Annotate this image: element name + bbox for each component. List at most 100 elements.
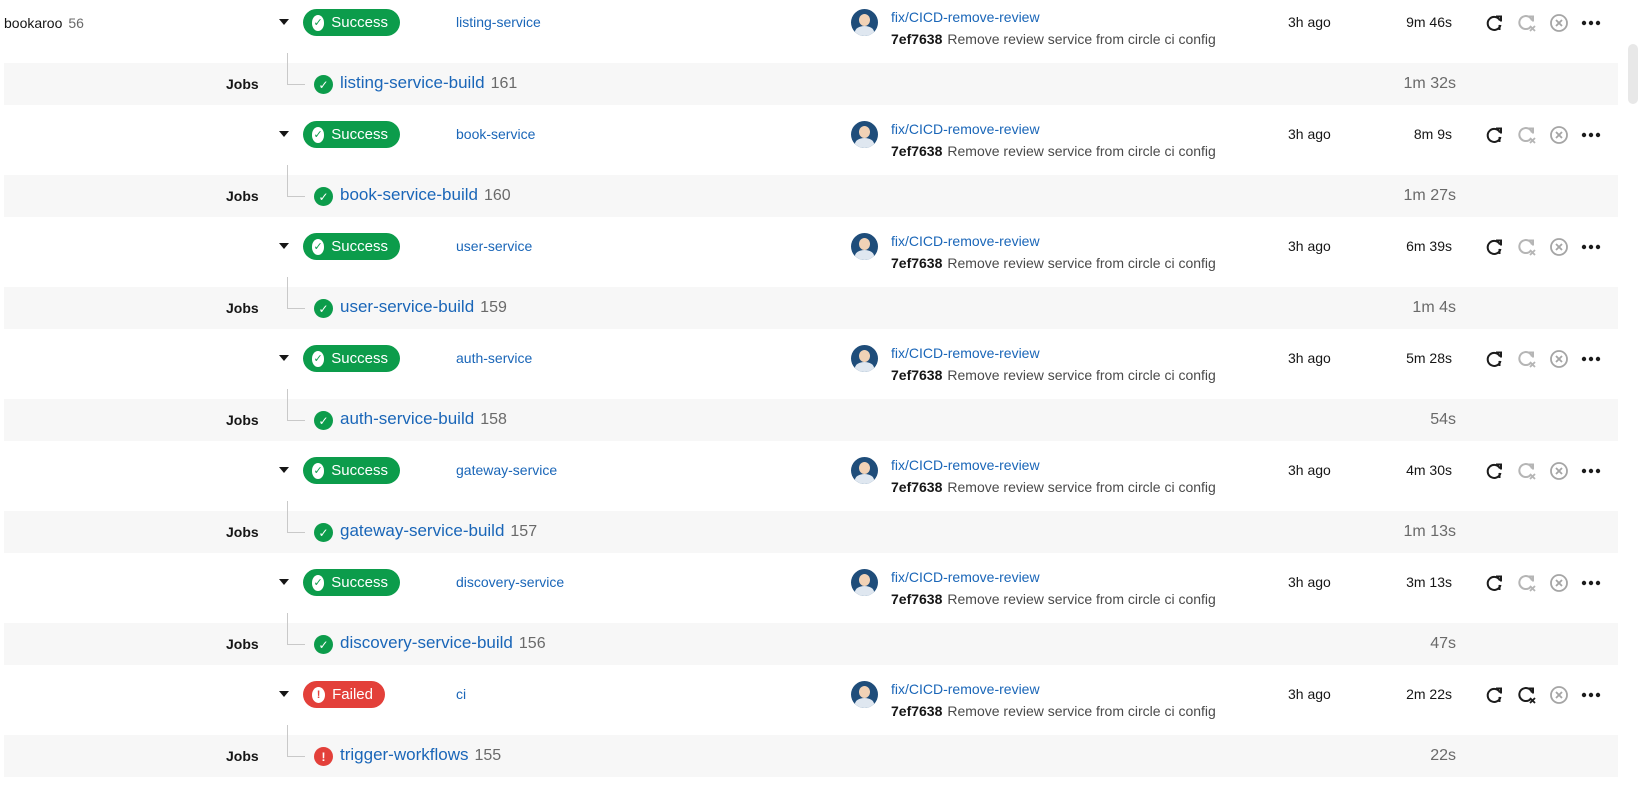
rerun-failed-icon[interactable]: [1516, 684, 1538, 706]
commit-sha[interactable]: 7ef7638: [891, 479, 942, 495]
job-name-link[interactable]: user-service-build 159: [340, 297, 507, 317]
cancel-icon[interactable]: [1548, 12, 1570, 34]
job-name-link[interactable]: listing-service-build 161: [340, 73, 517, 93]
commit-sha[interactable]: 7ef7638: [891, 591, 942, 607]
expand-toggle-icon[interactable]: [279, 243, 289, 249]
commit-sha[interactable]: 7ef7638: [891, 255, 942, 271]
job-name-link[interactable]: auth-service-build 158: [340, 409, 507, 429]
status-badge[interactable]: ! Failed: [303, 681, 385, 708]
avatar[interactable]: [851, 345, 878, 372]
rerun-failed-icon[interactable]: [1516, 460, 1538, 482]
status-badge[interactable]: ✓ Success: [303, 121, 400, 148]
workflow-name-link[interactable]: auth-service: [456, 350, 532, 366]
project-label[interactable]: bookaroo: [4, 15, 62, 31]
status-icon: ✓: [312, 14, 325, 31]
expand-toggle-icon[interactable]: [279, 355, 289, 361]
job-name[interactable]: auth-service-build: [340, 409, 474, 428]
job-name[interactable]: gateway-service-build: [340, 521, 504, 540]
job-name[interactable]: trigger-workflows: [340, 745, 468, 764]
commit-sha[interactable]: 7ef7638: [891, 703, 942, 719]
expand-toggle-icon[interactable]: [279, 467, 289, 473]
more-options-icon[interactable]: [1580, 460, 1602, 482]
rerun-icon[interactable]: [1484, 12, 1506, 34]
branch-link[interactable]: fix/CICD-remove-review: [891, 121, 1040, 137]
expand-toggle-icon[interactable]: [279, 579, 289, 585]
more-options-icon[interactable]: [1580, 684, 1602, 706]
rerun-failed-icon[interactable]: [1516, 572, 1538, 594]
started-ago: 3h ago: [1288, 350, 1331, 366]
cancel-icon[interactable]: [1548, 236, 1570, 258]
avatar[interactable]: [851, 233, 878, 260]
scrollbar-thumb[interactable]: [1628, 44, 1638, 104]
rerun-icon[interactable]: [1484, 236, 1506, 258]
job-name[interactable]: book-service-build: [340, 185, 478, 204]
job-name-link[interactable]: discovery-service-build 156: [340, 633, 546, 653]
avatar[interactable]: [851, 569, 878, 596]
job-name-link[interactable]: gateway-service-build 157: [340, 521, 537, 541]
job-name[interactable]: listing-service-build: [340, 73, 485, 92]
branch-link[interactable]: fix/CICD-remove-review: [891, 345, 1040, 361]
more-options-icon[interactable]: [1580, 124, 1602, 146]
cancel-icon[interactable]: [1548, 348, 1570, 370]
branch-link[interactable]: fix/CICD-remove-review: [891, 681, 1040, 697]
branch-link[interactable]: fix/CICD-remove-review: [891, 457, 1040, 473]
status-badge[interactable]: ✓ Success: [303, 9, 400, 36]
commit-message: Remove review service from circle ci con…: [947, 703, 1216, 719]
workflow-duration: 3m 13s: [1406, 574, 1452, 590]
job-name-link[interactable]: book-service-build 160: [340, 185, 511, 205]
rerun-icon[interactable]: [1484, 124, 1506, 146]
more-options-icon[interactable]: [1580, 572, 1602, 594]
rerun-failed-icon[interactable]: [1516, 12, 1538, 34]
workflow-duration: 2m 22s: [1406, 686, 1452, 702]
scrollbar-track[interactable]: [1626, 0, 1640, 812]
workflow-name-link[interactable]: listing-service: [456, 14, 541, 30]
rerun-icon[interactable]: [1484, 572, 1506, 594]
started-ago: 3h ago: [1288, 574, 1331, 590]
job-duration: 1m 27s: [1403, 187, 1456, 204]
commit-message: Remove review service from circle ci con…: [947, 31, 1216, 47]
workflow-name-link[interactable]: book-service: [456, 126, 535, 142]
rerun-failed-icon[interactable]: [1516, 124, 1538, 146]
workflow-name-link[interactable]: ci: [456, 686, 466, 702]
workflow-row: ✓ Success listing-service fix/CICD-remov…: [0, 0, 1618, 58]
branch-link[interactable]: fix/CICD-remove-review: [891, 569, 1040, 585]
cancel-icon[interactable]: [1548, 684, 1570, 706]
avatar[interactable]: [851, 681, 878, 708]
status-icon: !: [312, 686, 326, 703]
rerun-icon[interactable]: [1484, 348, 1506, 370]
cancel-icon[interactable]: [1548, 460, 1570, 482]
avatar[interactable]: [851, 121, 878, 148]
commit-sha[interactable]: 7ef7638: [891, 31, 942, 47]
commit-sha[interactable]: 7ef7638: [891, 367, 942, 383]
rerun-icon[interactable]: [1484, 460, 1506, 482]
workflow-name-link[interactable]: discovery-service: [456, 574, 564, 590]
job-name[interactable]: discovery-service-build: [340, 633, 513, 652]
job-name[interactable]: user-service-build: [340, 297, 474, 316]
avatar[interactable]: [851, 457, 878, 484]
status-badge[interactable]: ✓ Success: [303, 233, 400, 260]
commit-sha[interactable]: 7ef7638: [891, 143, 942, 159]
expand-toggle-icon[interactable]: [279, 131, 289, 137]
commit-message: Remove review service from circle ci con…: [947, 367, 1216, 383]
expand-toggle-icon[interactable]: [279, 691, 289, 697]
project-name[interactable]: bookaroo 56: [4, 15, 84, 31]
workflow-name-link[interactable]: user-service: [456, 238, 532, 254]
rerun-icon[interactable]: [1484, 684, 1506, 706]
status-badge[interactable]: ✓ Success: [303, 569, 400, 596]
cancel-icon[interactable]: [1548, 124, 1570, 146]
status-icon: ✓: [312, 126, 325, 143]
more-options-icon[interactable]: [1580, 236, 1602, 258]
branch-link[interactable]: fix/CICD-remove-review: [891, 9, 1040, 25]
branch-link[interactable]: fix/CICD-remove-review: [891, 233, 1040, 249]
rerun-failed-icon[interactable]: [1516, 348, 1538, 370]
workflow-name-link[interactable]: gateway-service: [456, 462, 557, 478]
rerun-failed-icon[interactable]: [1516, 236, 1538, 258]
more-options-icon[interactable]: [1580, 12, 1602, 34]
expand-toggle-icon[interactable]: [279, 19, 289, 25]
status-badge[interactable]: ✓ Success: [303, 457, 400, 484]
avatar[interactable]: [851, 9, 878, 36]
cancel-icon[interactable]: [1548, 572, 1570, 594]
status-badge[interactable]: ✓ Success: [303, 345, 400, 372]
more-options-icon[interactable]: [1580, 348, 1602, 370]
job-name-link[interactable]: trigger-workflows 155: [340, 745, 501, 765]
